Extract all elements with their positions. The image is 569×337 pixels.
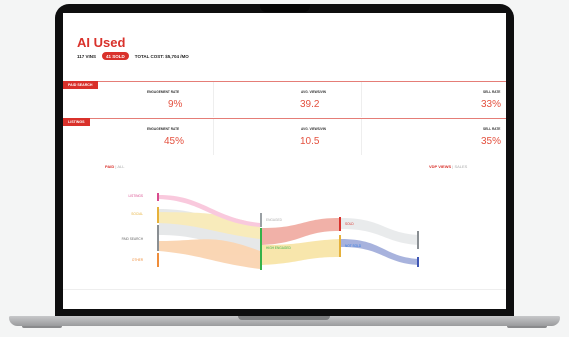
label-social: SOCIAL	[131, 212, 143, 216]
sankey-chart: LISTINGS SOCIAL PAID SEARCH OTHER ENGAGE…	[122, 193, 419, 270]
label-high-engaged: HIGH ENGAGED	[266, 246, 291, 250]
summary-bar: 117 VINS 41 SOLD TOTAL COST: $5,704 /MO	[77, 52, 189, 60]
metric-value: 39.2	[300, 99, 320, 110]
metric-label: ENGAGEMENT RATE	[147, 90, 180, 94]
node-listings	[157, 193, 159, 201]
metric-label: AVG. VIEWS/VIN	[301, 90, 326, 94]
footer-divider	[63, 289, 506, 290]
metric-value: 35%	[481, 136, 502, 147]
metric-label: AVG. VIEWS/VIN	[301, 127, 326, 131]
label-engaged: ENGAGED	[266, 218, 283, 222]
metric-value: 10.5	[300, 136, 320, 147]
tab-all[interactable]: ALL	[117, 164, 124, 169]
channel-filter: PAID | ALL	[105, 164, 125, 169]
metric-value: 45%	[164, 136, 185, 147]
metric-views: AVG. VIEWS/VIN 39.2	[213, 82, 362, 117]
metric-label: SELL RATE	[483, 90, 501, 94]
metric-engagement: ENGAGEMENT RATE 9%	[63, 82, 214, 117]
metric-sell-rate: SELL RATE 33%	[361, 82, 506, 117]
listings-section: LISTINGS ENGAGEMENT RATE 45% AVG. VIEWS/…	[63, 118, 506, 155]
tab-sales[interactable]: SALES	[454, 164, 467, 169]
label-not-sold: NOT SOLD	[345, 244, 362, 248]
node-not-sold	[339, 235, 341, 257]
metric-sell-rate: SELL RATE 35%	[361, 119, 506, 155]
node-social	[157, 207, 159, 223]
metric-engagement: ENGAGEMENT RATE 45%	[63, 119, 214, 155]
metric-views: AVG. VIEWS/VIN 10.5	[213, 119, 362, 155]
label-paid-search: PAID SEARCH	[122, 237, 144, 241]
laptop-foot-right	[507, 326, 547, 328]
node-outcome-a	[417, 231, 419, 249]
node-high-engaged	[260, 228, 262, 270]
paid-search-section: PAID SEARCH ENGAGEMENT RATE 9% AVG. VIEW…	[63, 81, 506, 117]
label-sold: SOLD	[345, 222, 354, 226]
tab-paid[interactable]: PAID	[105, 164, 114, 169]
label-listings: LISTINGS	[128, 194, 143, 198]
metric-label: SELL RATE	[483, 127, 501, 131]
label-other: OTHER	[132, 258, 144, 262]
vin-count: 117 VINS	[77, 53, 97, 59]
sold-badge[interactable]: 41 SOLD	[102, 52, 129, 60]
node-paid-search	[157, 225, 159, 251]
page-title: AI Used	[77, 35, 126, 50]
metric-label: ENGAGEMENT RATE	[147, 127, 180, 131]
dashboard-screen: AI Used 117 VINS 41 SOLD TOTAL COST: $5,…	[63, 13, 506, 309]
node-outcome-b	[417, 257, 419, 267]
sankey-flows	[159, 195, 419, 269]
node-other	[157, 253, 159, 267]
node-engaged	[260, 213, 262, 227]
metric-value: 9%	[168, 99, 183, 110]
laptop-notch	[238, 316, 330, 320]
tab-vdp-views[interactable]: VDP VIEWS	[429, 164, 451, 169]
total-cost: TOTAL COST: $5,704 /MO	[134, 53, 189, 59]
metric-value: 33%	[481, 99, 502, 110]
metric-filter: VDP VIEWS | SALES	[429, 164, 468, 169]
laptop-foot-left	[22, 326, 62, 328]
node-sold	[339, 217, 341, 231]
